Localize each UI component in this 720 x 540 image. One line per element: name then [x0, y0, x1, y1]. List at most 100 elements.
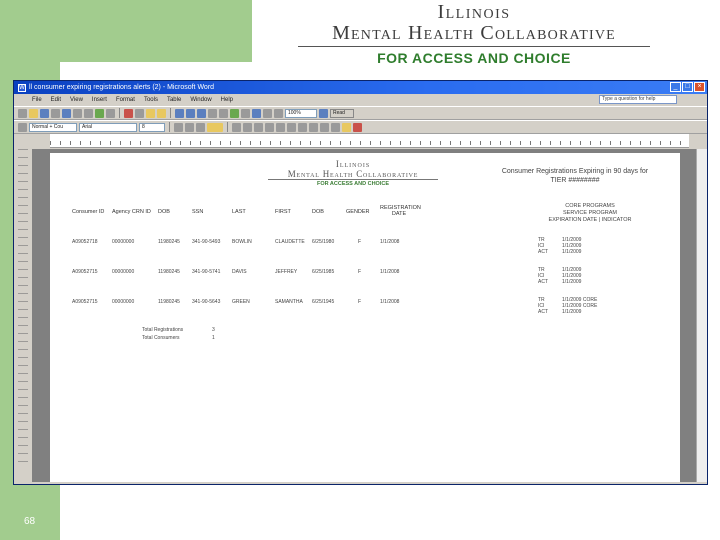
menu-item-window[interactable]: Window — [190, 97, 211, 103]
style-select[interactable]: Normal + Cou — [29, 122, 77, 132]
format-painter-icon[interactable] — [157, 108, 166, 118]
document-map-icon[interactable] — [263, 108, 272, 118]
core-program-code: ACT — [538, 309, 548, 315]
menu-item-insert[interactable]: Insert — [92, 97, 107, 103]
font-color-icon[interactable] — [353, 122, 362, 132]
maximize-button[interactable]: □ — [682, 82, 693, 92]
bold-icon[interactable] — [174, 122, 183, 132]
numbering-icon[interactable] — [287, 122, 296, 132]
logo-line-3: FOR ACCESS AND CHOICE — [377, 50, 571, 66]
underline-icon[interactable] — [196, 122, 205, 132]
bullets-icon[interactable] — [298, 122, 307, 132]
open-folder-icon[interactable] — [29, 108, 38, 118]
table-cell-last: BOWLIN — [232, 239, 252, 245]
total-registrations-value: 3 — [212, 327, 215, 333]
help-search-input[interactable]: Type a question for help — [599, 95, 677, 104]
copy-icon[interactable] — [135, 108, 144, 118]
menu-item-format[interactable]: Format — [116, 97, 135, 103]
document-canvas[interactable]: Illinois Mental Health Collaborative FOR… — [32, 149, 696, 482]
highlight-icon[interactable] — [342, 122, 351, 132]
table-cell-id: A09052715 — [72, 269, 98, 275]
column-header: SSN — [192, 209, 204, 215]
email-icon[interactable] — [62, 108, 71, 118]
table-cell-code: 11980245 — [158, 239, 180, 245]
align-right-icon[interactable] — [254, 122, 263, 132]
core-header-line-2: SERVICE PROGRAM — [563, 210, 617, 216]
document-page[interactable]: Illinois Mental Health Collaborative FOR… — [50, 153, 680, 482]
logo-line-1: Illinois — [437, 1, 511, 23]
cut-icon[interactable] — [124, 108, 133, 118]
column-header: GENDER — [346, 209, 370, 215]
core-program-expiration: 1/1/2009 — [562, 279, 582, 285]
column-header: DOB — [158, 209, 170, 215]
table-cell-agency: 00000000 — [112, 269, 135, 275]
decrease-indent-icon[interactable] — [309, 122, 318, 132]
menu-item-table[interactable]: Table — [167, 97, 181, 103]
read-button[interactable]: Read — [330, 108, 354, 118]
align-center-icon[interactable] — [243, 122, 252, 132]
table-cell-id: A09052718 — [72, 239, 98, 245]
columns-icon[interactable] — [241, 108, 250, 118]
table-cell-ssn: 341-90-5741 — [192, 269, 221, 275]
line-spacing-icon[interactable] — [276, 122, 285, 132]
outside-border-icon[interactable] — [331, 122, 340, 132]
toolbar-separator — [169, 122, 170, 132]
styles-pane-icon[interactable] — [18, 122, 27, 132]
hyperlink-icon[interactable] — [197, 108, 206, 118]
title-bar[interactable]: W ll consumer expiring registrations ale… — [14, 81, 707, 94]
save-icon[interactable] — [40, 108, 49, 118]
table-cell-first: JEFFREY — [275, 269, 298, 275]
table-cell-ssn: 341-90-5493 — [192, 239, 221, 245]
print-icon[interactable] — [73, 108, 82, 118]
paste-icon[interactable] — [146, 108, 155, 118]
highlight-active-icon[interactable] — [207, 122, 223, 132]
zoom-select[interactable]: 100% — [285, 108, 317, 118]
doc-logo-line-3: FOR ACCESS AND CHOICE — [316, 181, 389, 187]
core-program-expiration: 1/1/2009 — [562, 309, 582, 315]
font-select[interactable]: Arial — [79, 122, 137, 132]
spelling-icon[interactable] — [95, 108, 104, 118]
table-cell-reg: 1/1/2008 — [380, 269, 400, 275]
drawing-icon[interactable] — [252, 108, 261, 118]
column-header: Consumer ID — [72, 209, 105, 215]
menu-item-file[interactable]: File — [32, 97, 42, 103]
table-cell-gender: F — [358, 299, 362, 305]
research-icon[interactable] — [106, 108, 115, 118]
permission-icon[interactable] — [51, 108, 60, 118]
menu-item-edit[interactable]: Edit — [51, 97, 61, 103]
horizontal-ruler[interactable] — [50, 134, 689, 148]
slide: Illinois Mental Health Collaborative FOR… — [0, 0, 720, 540]
menu-item-view[interactable]: View — [70, 97, 83, 103]
increase-indent-icon[interactable] — [320, 122, 329, 132]
insert-table-icon[interactable] — [219, 108, 228, 118]
doc-logo-line-2: Mental Health Collaborative — [268, 169, 438, 180]
show-hide-icon[interactable] — [274, 108, 283, 118]
print-preview-icon[interactable] — [84, 108, 93, 118]
vertical-scrollbar[interactable] — [696, 149, 707, 482]
table-cell-ssn: 341-90-5643 — [192, 299, 221, 305]
justify-icon[interactable] — [265, 122, 274, 132]
new-document-icon[interactable] — [18, 108, 27, 118]
minimize-button[interactable]: _ — [670, 82, 681, 92]
redo-icon[interactable] — [186, 108, 195, 118]
table-cell-code: 11980245 — [158, 299, 180, 305]
toolbar-separator — [227, 122, 228, 132]
help-icon[interactable] — [319, 108, 328, 118]
vertical-ruler[interactable] — [18, 149, 28, 469]
align-left-icon[interactable] — [232, 122, 241, 132]
insert-excel-icon[interactable] — [230, 108, 239, 118]
close-button[interactable]: × — [694, 82, 705, 92]
undo-icon[interactable] — [175, 108, 184, 118]
menu-item-tools[interactable]: Tools — [144, 97, 158, 103]
menu-item-help[interactable]: Help — [221, 97, 233, 103]
slide-number: 68 — [24, 516, 36, 527]
tables-borders-icon[interactable] — [208, 108, 217, 118]
table-cell-id: A09052715 — [72, 299, 98, 305]
total-consumers-label: Total Consumers — [142, 335, 180, 341]
font-size-select[interactable]: 8 — [139, 122, 165, 132]
column-header: LAST — [232, 209, 246, 215]
collaborative-logo: Illinois Mental Health Collaborative FOR… — [298, 2, 650, 66]
report-title-line-2: TIER ######## — [550, 177, 600, 184]
italic-icon[interactable] — [185, 122, 194, 132]
column-header: DOB — [312, 209, 324, 215]
